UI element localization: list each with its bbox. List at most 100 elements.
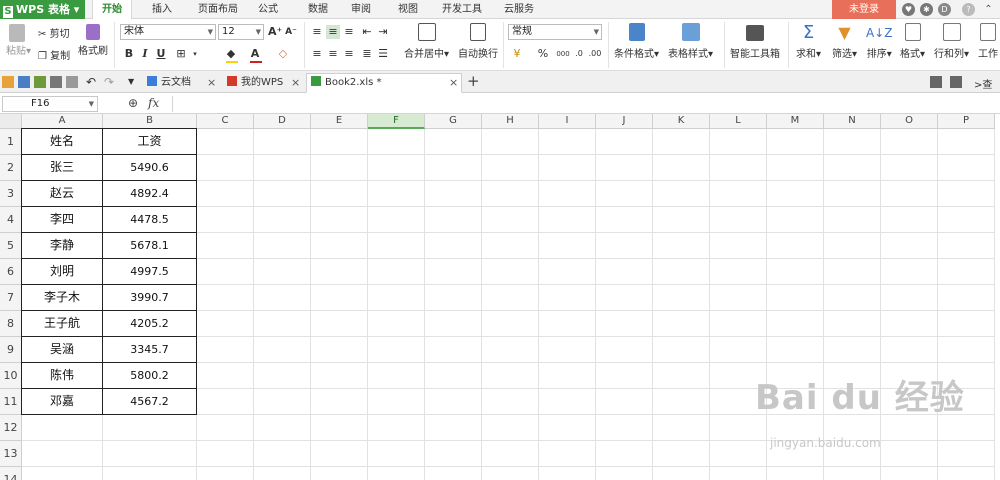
cell-D6[interactable]: [254, 259, 311, 285]
cell-J2[interactable]: [596, 155, 653, 181]
cell-I4[interactable]: [539, 207, 596, 233]
cell-C12[interactable]: [197, 415, 254, 441]
column-header-L[interactable]: L: [710, 114, 767, 129]
close-tab-icon[interactable]: ×: [449, 74, 458, 92]
column-header-G[interactable]: G: [425, 114, 482, 129]
cell-K10[interactable]: [653, 363, 710, 389]
cell-G1[interactable]: [425, 129, 482, 155]
cell-A14[interactable]: [22, 467, 103, 480]
cell-M14[interactable]: [767, 467, 824, 480]
cell-P2[interactable]: [938, 155, 995, 181]
cell-A2[interactable]: 张三: [22, 155, 103, 181]
cell-G10[interactable]: [425, 363, 482, 389]
menu-tab-9[interactable]: 云服务: [498, 0, 540, 19]
document-tab-2[interactable]: 我的WPS ×: [222, 73, 304, 93]
cell-O6[interactable]: [881, 259, 938, 285]
cell-F1[interactable]: [368, 129, 425, 155]
italic-button[interactable]: I: [138, 47, 152, 61]
cell-H5[interactable]: [482, 233, 539, 259]
cell-D12[interactable]: [254, 415, 311, 441]
row-header-1[interactable]: 1: [0, 129, 22, 155]
cell-K13[interactable]: [653, 441, 710, 467]
cell-B7[interactable]: 3990.7: [103, 285, 197, 311]
column-header-J[interactable]: J: [596, 114, 653, 129]
sort-button[interactable]: A↓Z 排序▾: [866, 23, 892, 60]
cell-E14[interactable]: [311, 467, 368, 480]
cell-A13[interactable]: [22, 441, 103, 467]
cell-A12[interactable]: [22, 415, 103, 441]
align-center-icon[interactable]: ≡: [326, 47, 340, 61]
menu-tab-6[interactable]: 审阅: [344, 0, 378, 19]
cell-B3[interactable]: 4892.4: [103, 181, 197, 207]
table-style-button[interactable]: 表格样式▾: [668, 23, 713, 60]
cell-H7[interactable]: [482, 285, 539, 311]
align-right-icon[interactable]: ≡: [342, 47, 356, 61]
cell-J7[interactable]: [596, 285, 653, 311]
column-header-P[interactable]: P: [938, 114, 995, 129]
column-header-O[interactable]: O: [881, 114, 938, 129]
menu-tab-5[interactable]: 数据: [300, 0, 336, 19]
cell-H9[interactable]: [482, 337, 539, 363]
cell-L3[interactable]: [710, 181, 767, 207]
cell-C5[interactable]: [197, 233, 254, 259]
cell-F14[interactable]: [368, 467, 425, 480]
cell-K8[interactable]: [653, 311, 710, 337]
open-folder-icon[interactable]: [2, 76, 14, 88]
cell-C6[interactable]: [197, 259, 254, 285]
cell-F3[interactable]: [368, 181, 425, 207]
cell-M2[interactable]: [767, 155, 824, 181]
cell-O2[interactable]: [881, 155, 938, 181]
cell-N2[interactable]: [824, 155, 881, 181]
cell-H12[interactable]: [482, 415, 539, 441]
close-tab-icon[interactable]: ×: [291, 74, 300, 92]
share-icon[interactable]: D: [938, 3, 951, 16]
cell-B10[interactable]: 5800.2: [103, 363, 197, 389]
column-header-B[interactable]: B: [103, 114, 197, 129]
percent-button[interactable]: %: [536, 47, 550, 61]
cell-F5[interactable]: [368, 233, 425, 259]
column-header-F[interactable]: F: [368, 114, 425, 129]
border-dropdown-icon[interactable]: ▾: [188, 47, 202, 61]
select-all-corner[interactable]: [0, 114, 22, 129]
font-name-select[interactable]: 宋体 ▼: [120, 24, 216, 40]
cell-A10[interactable]: 陈伟: [22, 363, 103, 389]
column-header-D[interactable]: D: [254, 114, 311, 129]
cell-B4[interactable]: 4478.5: [103, 207, 197, 233]
wrap-text-button[interactable]: 自动换行: [458, 23, 498, 60]
cell-C10[interactable]: [197, 363, 254, 389]
print-preview-icon[interactable]: [66, 76, 78, 88]
cell-N6[interactable]: [824, 259, 881, 285]
paste-button[interactable]: 粘贴▾: [6, 24, 31, 57]
cell-A8[interactable]: 王子航: [22, 311, 103, 337]
cell-M7[interactable]: [767, 285, 824, 311]
cell-K11[interactable]: [653, 389, 710, 415]
column-header-M[interactable]: M: [767, 114, 824, 129]
cell-O4[interactable]: [881, 207, 938, 233]
cell-H13[interactable]: [482, 441, 539, 467]
cell-E7[interactable]: [311, 285, 368, 311]
cell-C4[interactable]: [197, 207, 254, 233]
align-left-icon[interactable]: ≡: [310, 47, 324, 61]
cell-I2[interactable]: [539, 155, 596, 181]
cell-D5[interactable]: [254, 233, 311, 259]
column-header-C[interactable]: C: [197, 114, 254, 129]
border-icon[interactable]: ⊞: [174, 47, 188, 61]
cell-H2[interactable]: [482, 155, 539, 181]
undo-icon[interactable]: ↶: [86, 76, 98, 88]
minimize-tabs-icon[interactable]: [930, 76, 942, 88]
cell-F13[interactable]: [368, 441, 425, 467]
cell-N9[interactable]: [824, 337, 881, 363]
cell-J9[interactable]: [596, 337, 653, 363]
cell-H11[interactable]: [482, 389, 539, 415]
cell-E11[interactable]: [311, 389, 368, 415]
skin-icon[interactable]: ♥: [902, 3, 915, 16]
increase-indent-icon[interactable]: ⇥: [376, 25, 390, 39]
row-header-8[interactable]: 8: [0, 311, 22, 337]
cell-E3[interactable]: [311, 181, 368, 207]
redo-icon[interactable]: ↷: [104, 76, 116, 88]
row-header-5[interactable]: 5: [0, 233, 22, 259]
cell-I14[interactable]: [539, 467, 596, 480]
cell-N8[interactable]: [824, 311, 881, 337]
cell-O14[interactable]: [881, 467, 938, 480]
cell-M1[interactable]: [767, 129, 824, 155]
